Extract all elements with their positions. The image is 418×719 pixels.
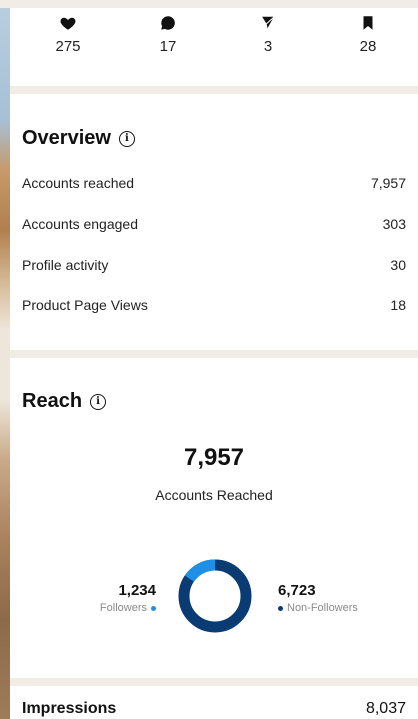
bookmark-icon <box>363 16 373 30</box>
info-icon[interactable]: i <box>118 130 135 147</box>
metric-label: Accounts engaged <box>22 216 138 232</box>
reach-title: Reach i <box>22 390 107 413</box>
comments-count: 17 <box>159 38 177 55</box>
overview-title-text: Overview <box>22 127 111 149</box>
non-followers-dot <box>278 605 283 611</box>
reach-total-label: Accounts Reached <box>155 487 273 503</box>
impressions-label: Impressions <box>22 700 117 717</box>
background-photo-strip <box>0 0 10 719</box>
likes-count: 275 <box>55 38 81 55</box>
metric-row-product-page-views[interactable]: Product Page Views 18 <box>22 297 406 313</box>
metric-value: 18 <box>390 297 406 313</box>
metric-value: 30 <box>390 257 406 273</box>
top-band <box>0 0 418 8</box>
share-icon <box>260 15 276 31</box>
overview-title: Overview i <box>22 127 135 150</box>
reach-card: Reach i 7,957 Accounts Reached 1,234 Fol… <box>10 358 418 678</box>
metric-row-accounts-engaged[interactable]: Accounts engaged 303 <box>22 216 406 232</box>
engagement-stats-card: 275 17 3 28 <box>10 8 418 86</box>
followers-count: 1,234 <box>118 582 156 599</box>
followers-legend: 1,234 Followers <box>100 582 156 614</box>
overview-card: Overview i Accounts reached 7,957 Accoun… <box>10 94 418 350</box>
shares-count: 3 <box>263 38 273 55</box>
metric-value: 7,957 <box>370 175 406 191</box>
non-followers-label-text: Non-Followers <box>287 602 358 614</box>
comments-stat[interactable]: 17 <box>138 14 198 55</box>
non-followers-count: 6,723 <box>278 582 316 599</box>
non-followers-label: Non-Followers <box>278 602 358 614</box>
shares-stat[interactable]: 3 <box>238 14 298 55</box>
metric-row-accounts-reached[interactable]: Accounts reached 7,957 <box>22 175 406 191</box>
heart-icon <box>60 17 76 30</box>
non-followers-legend: 6,723 Non-Followers <box>278 582 358 614</box>
reach-total: 7,957 <box>183 444 245 471</box>
followers-label-text: Followers <box>99 602 147 614</box>
impressions-card[interactable]: Impressions 8,037 <box>10 686 418 719</box>
comment-icon <box>161 16 175 30</box>
reach-title-text: Reach <box>22 390 83 412</box>
info-icon[interactable]: i <box>90 393 107 410</box>
saves-stat[interactable]: 28 <box>338 14 398 55</box>
saves-count: 28 <box>359 38 377 55</box>
followers-label: Followers <box>100 602 156 614</box>
metric-row-profile-activity[interactable]: Profile activity 30 <box>22 257 406 273</box>
impressions-row: Impressions 8,037 <box>22 700 406 718</box>
impressions-value: 8,037 <box>365 700 406 717</box>
metric-value: 303 <box>382 216 406 232</box>
metric-label: Accounts reached <box>22 175 135 191</box>
followers-dot <box>151 605 156 611</box>
reach-donut-chart <box>178 559 252 633</box>
likes-stat[interactable]: 275 <box>38 14 98 55</box>
metric-label: Profile activity <box>22 257 109 273</box>
metric-label: Product Page Views <box>22 297 148 313</box>
